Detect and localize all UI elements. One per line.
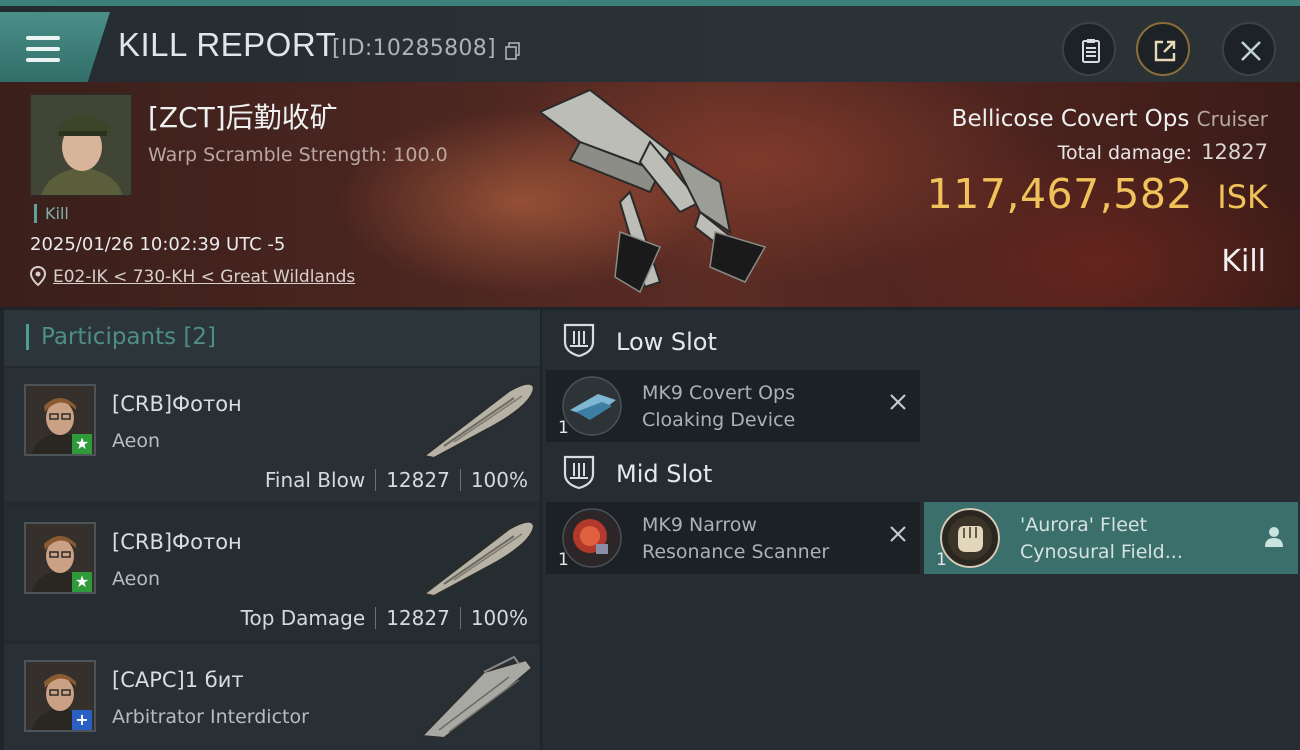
dropped-person-icon [1265, 527, 1283, 547]
top-bar: KILL REPORT [ID:10285808] [0, 0, 1300, 88]
participant-role: Final Blow [264, 468, 366, 492]
participant-ship-image [421, 520, 536, 598]
victim-portrait[interactable] [30, 94, 132, 196]
participant-role: Top Damage [240, 606, 366, 630]
module-name: MK9 Covert Ops Cloaking Device [642, 380, 882, 434]
cloaking-device-icon [562, 376, 622, 436]
page-title: KILL REPORT [118, 26, 337, 63]
total-damage-label: Total damage: [1057, 142, 1192, 164]
share-button[interactable] [1136, 22, 1190, 76]
participant-row[interactable]: ★ [CRB]Фотон Aeon Final Blow 12827 100% [4, 368, 540, 502]
mid-slot-shield-icon [563, 455, 595, 490]
mid-slot-header: Mid Slot [546, 444, 1300, 502]
module-item-selected[interactable]: 1 'Aurora' Fleet Cynosural Field... [924, 502, 1298, 574]
ship-class: Cruiser [1196, 107, 1268, 131]
victim-ship-name[interactable]: Bellicose Covert Ops Cruiser [952, 106, 1268, 132]
participant-row[interactable]: + [CAPC]1 бит Arbitrator Interdictor [4, 644, 540, 750]
module-name-line2: Resonance Scanner [642, 541, 830, 563]
low-slot-header: Low Slot [546, 312, 1300, 370]
participants-title: Participants [2] [26, 324, 216, 350]
participants-panel: Participants [2] ★ [CRB]Фотон Aeon Final… [4, 310, 540, 750]
module-name-line2: Cynosural Field... [1020, 541, 1183, 563]
victim-name[interactable]: [ZCT]后勤收矿 [148, 96, 338, 136]
menu-button[interactable] [0, 12, 110, 88]
kill-summary-banner: [ZCT]后勤收矿 Warp Scramble Strength: 100.0 … [0, 82, 1300, 307]
module-item[interactable]: 1 MK9 Narrow Resonance Scanner [546, 502, 920, 574]
participant-damage-percent: 100% [470, 606, 528, 630]
destroyed-x-icon [890, 526, 906, 542]
module-name-line2: Cloaking Device [642, 409, 796, 431]
participant-stats: Top Damage 12827 100% [241, 606, 528, 630]
module-name-line1: MK9 Covert Ops [642, 382, 796, 404]
close-icon [1241, 41, 1261, 61]
module-name-line1: MK9 Narrow [642, 514, 757, 536]
participant-name[interactable]: [CRB]Фотон [112, 530, 242, 554]
clipboard-button[interactable] [1062, 22, 1116, 76]
module-name: 'Aurora' Fleet Cynosural Field... [1020, 512, 1260, 566]
participant-name[interactable]: [CAPC]1 бит [112, 668, 244, 692]
copy-icon[interactable] [505, 42, 521, 60]
isk-value: 117,467,582 [926, 170, 1193, 218]
resonance-scanner-icon [562, 508, 622, 568]
module-name: MK9 Narrow Resonance Scanner [642, 512, 882, 566]
ship-name-text: Bellicose Covert Ops [951, 106, 1190, 132]
mid-slot-title: Mid Slot [616, 460, 713, 488]
fitting-slots-panel: Low Slot 1 MK9 Covert Ops Cloaking Devic… [542, 310, 1300, 750]
module-item[interactable]: 1 MK9 Covert Ops Cloaking Device [546, 370, 920, 442]
share-icon [1154, 40, 1176, 62]
victim-avatar-image [31, 95, 131, 195]
destroyed-x-icon [890, 394, 906, 410]
isk-unit: ISK [1217, 178, 1268, 216]
module-quantity: 1 [936, 550, 947, 570]
low-slot-title: Low Slot [616, 328, 717, 356]
standing-star-badge: ★ [72, 434, 92, 454]
kill-report-id: [ID:10285808] [332, 36, 496, 61]
participant-row[interactable]: ★ [CRB]Фотон Aeon Top Damage 12827 100% [4, 506, 540, 640]
cynosural-field-fist-icon [940, 508, 1000, 568]
standing-star-badge: ★ [72, 572, 92, 592]
module-quantity: 1 [558, 550, 569, 570]
participant-ship: Aeon [112, 568, 161, 590]
participant-damage: 12827 [386, 606, 450, 630]
participant-damage: 12827 [386, 468, 450, 492]
location-pin-icon [30, 266, 46, 286]
participant-ship-image [419, 655, 534, 740]
participant-name[interactable]: [CRB]Фотон [112, 392, 242, 416]
participant-stats: Final Blow 12827 100% [265, 468, 528, 492]
victim-ship-image[interactable] [520, 82, 780, 307]
participant-ship-image [421, 382, 536, 460]
kill-type: Kill [1221, 244, 1266, 279]
module-quantity: 1 [558, 418, 569, 438]
warp-scramble-strength: Warp Scramble Strength: 100.0 [148, 144, 448, 166]
kill-location-link[interactable]: E02-IK < 730-KH < Great Wildlands [53, 267, 355, 287]
participant-ship: Arbitrator Interdictor [112, 706, 309, 728]
participant-ship: Aeon [112, 430, 161, 452]
kill-timestamp: 2025/01/26 10:02:39 UTC -5 [30, 234, 286, 255]
standing-plus-badge: + [72, 710, 92, 730]
module-name-line1: 'Aurora' Fleet [1020, 514, 1148, 536]
hamburger-menu-icon [26, 36, 60, 62]
low-slot-shield-icon [563, 323, 595, 358]
close-button[interactable] [1222, 22, 1276, 76]
total-damage-value: 12827 [1201, 140, 1268, 164]
participants-header: Participants [2] [4, 310, 540, 366]
clipboard-icon [1082, 39, 1100, 63]
participant-damage-percent: 100% [470, 468, 528, 492]
kill-tag: Kill [34, 204, 69, 223]
